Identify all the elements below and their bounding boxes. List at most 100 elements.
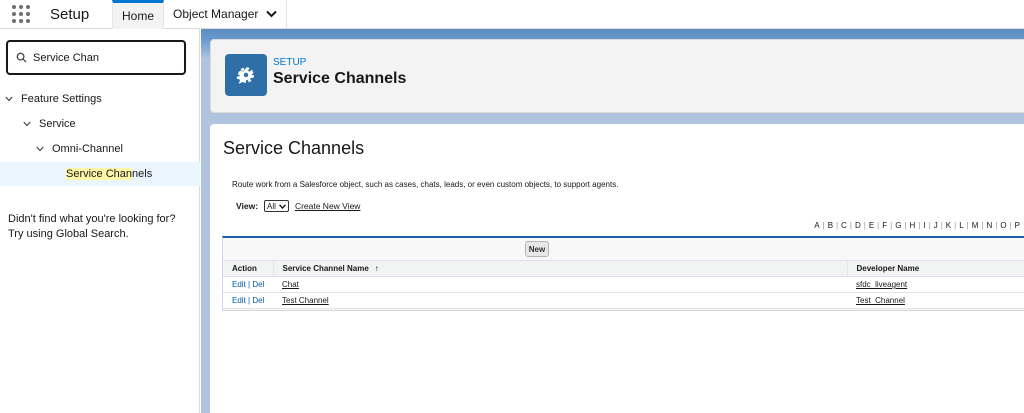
page-header: SETUP Service Channels [210, 39, 1024, 113]
del-link[interactable]: Del [252, 280, 264, 289]
content-panel: Service Channels Route work from a Sales… [210, 124, 1024, 413]
quick-find-input[interactable] [33, 51, 173, 64]
alphabet-separator: | [822, 221, 825, 230]
alphabet-letter-l[interactable]: L [959, 221, 963, 230]
table-row: Edit | Del Test Channel Test_Channel [223, 292, 1024, 309]
tree-item-label: Omni-Channel [52, 143, 123, 155]
alphabet-letter-p[interactable]: P [1015, 221, 1020, 230]
row-actions: Edit | Del [223, 292, 273, 309]
tab-home[interactable]: Home [112, 0, 165, 29]
table-header-row: Action Service Channel Name ↑ Developer N… [223, 260, 1024, 277]
tab-object-manager[interactable]: Object Manager [164, 0, 288, 28]
alphabet-letter-g[interactable]: G [895, 221, 901, 230]
quick-find-box [6, 40, 186, 75]
gear-icon [225, 54, 267, 96]
alphabet-separator: | [877, 221, 880, 230]
alphabet-letter-o[interactable]: O [1000, 221, 1006, 230]
app-launcher-button[interactable] [0, 0, 42, 28]
view-label: View: [236, 201, 259, 211]
setup-sidebar: Feature Settings Service Omni-Channel Se… [0, 29, 200, 413]
alphabet-separator: | [849, 221, 852, 230]
alphabet-letter-m[interactable]: M [972, 221, 979, 230]
alphabet-letter-k[interactable]: K [946, 221, 951, 230]
tab-home-label: Home [122, 9, 155, 23]
column-name-label: Service Channel Name [282, 264, 369, 273]
column-header-name[interactable]: Service Channel Name ↑ [273, 260, 848, 277]
alphabet-separator: | [995, 221, 998, 230]
channel-name-link[interactable]: Chat [282, 280, 299, 289]
new-button[interactable]: New [525, 241, 549, 257]
tree-item-feature-settings[interactable]: Feature Settings [4, 88, 102, 110]
service-channel-list: New Action Service Channel Name ↑ Develop… [222, 236, 1024, 311]
tree-item-omni-channel[interactable]: Omni-Channel [35, 138, 123, 160]
app-name: Setup [50, 5, 90, 23]
alphabet-separator: | [836, 221, 839, 230]
alphabet-separator: | [904, 221, 907, 230]
row-actions: Edit | Del [223, 276, 273, 293]
alphabet-separator: | [1009, 221, 1012, 230]
tree-item-service-channels[interactable]: Service Chan nels [66, 163, 152, 185]
global-header: Setup Home Object Manager [0, 0, 1024, 29]
main-region: SETUP Service Channels Service Channels … [201, 29, 1024, 413]
sort-ascending-icon: ↑ [374, 264, 379, 273]
alphabet-letter-e[interactable]: E [869, 221, 874, 230]
edit-link[interactable]: Edit [232, 280, 246, 289]
action-separator: | [248, 280, 251, 289]
alphabet-separator: | [928, 221, 931, 230]
del-link[interactable]: Del [252, 296, 264, 305]
alphabet-letter-c[interactable]: C [841, 221, 847, 230]
alphabet-separator: | [954, 221, 957, 230]
alphabet-letter-h[interactable]: H [910, 221, 916, 230]
column-header-developer: Developer Name [847, 260, 1024, 277]
alphabet-separator: | [940, 221, 943, 230]
action-separator: | [248, 296, 251, 305]
create-new-view-link[interactable]: Create New View [295, 201, 361, 211]
view-selector-row: View: All Create New View [236, 200, 360, 212]
tree-item-service[interactable]: Service [22, 113, 76, 135]
alphabet-separator: | [863, 221, 866, 230]
service-channel-table: Action Service Channel Name ↑ Developer N… [223, 260, 1024, 309]
alphabet-filter: A | B | C | D | E | F | G | H | I | J | K | L | M | N | O | P [814, 221, 1020, 230]
header-eyebrow: SETUP [273, 57, 307, 68]
alphabet-separator: | [890, 221, 893, 230]
chevron-down-icon[interactable] [266, 10, 277, 18]
content-title: Service Channels [223, 138, 365, 158]
view-select[interactable]: All [264, 200, 289, 212]
alphabet-letter-b[interactable]: B [828, 221, 833, 230]
alphabet-letter-a[interactable]: A [814, 221, 819, 230]
page-title: Service Channels [273, 70, 407, 87]
global-search-hint: Didn't find what you're looking for? Try… [8, 212, 196, 242]
chevron-down-icon[interactable] [22, 121, 32, 127]
alphabet-letter-n[interactable]: N [986, 221, 992, 230]
tree-item-label: Feature Settings [21, 93, 102, 105]
search-icon [16, 52, 27, 63]
chevron-down-icon[interactable] [4, 96, 14, 102]
alphabet-separator: | [981, 221, 984, 230]
alphabet-letter-d[interactable]: D [855, 221, 861, 230]
tab-object-manager-label: Object Manager [173, 7, 259, 21]
channel-name-link[interactable]: Test Channel [282, 296, 329, 305]
column-header-action: Action [223, 260, 274, 277]
search-highlight: Service Chan [66, 168, 133, 180]
waffle-icon [12, 5, 30, 23]
help-line-1: Didn't find what you're looking for? [8, 213, 176, 225]
cell-developer-name: sfdc_liveagent [847, 276, 1024, 293]
help-line-2: Try using Global Search. [8, 228, 129, 240]
alphabet-letter-i[interactable]: I [923, 221, 925, 230]
alphabet-letter-f[interactable]: F [882, 221, 887, 230]
developer-name-link[interactable]: Test_Channel [856, 296, 905, 305]
cell-channel-name: Chat [273, 276, 847, 293]
chevron-down-icon [278, 202, 286, 211]
chevron-down-icon[interactable] [35, 146, 45, 152]
developer-name-link[interactable]: sfdc_liveagent [856, 280, 907, 289]
cell-developer-name: Test_Channel [847, 292, 1024, 309]
edit-link[interactable]: Edit [232, 296, 246, 305]
alphabet-letter-j[interactable]: J [934, 221, 938, 230]
tree-item-label: Service [39, 118, 76, 130]
alphabet-separator: | [966, 221, 969, 230]
tree-item-label-rest: nels [132, 168, 153, 180]
table-row: Edit | Del Chat sfdc_liveagent [223, 276, 1024, 293]
cell-channel-name: Test Channel [273, 292, 847, 309]
view-select-value: All [267, 201, 276, 211]
page-description: Route work from a Salesforce object, suc… [232, 180, 619, 189]
